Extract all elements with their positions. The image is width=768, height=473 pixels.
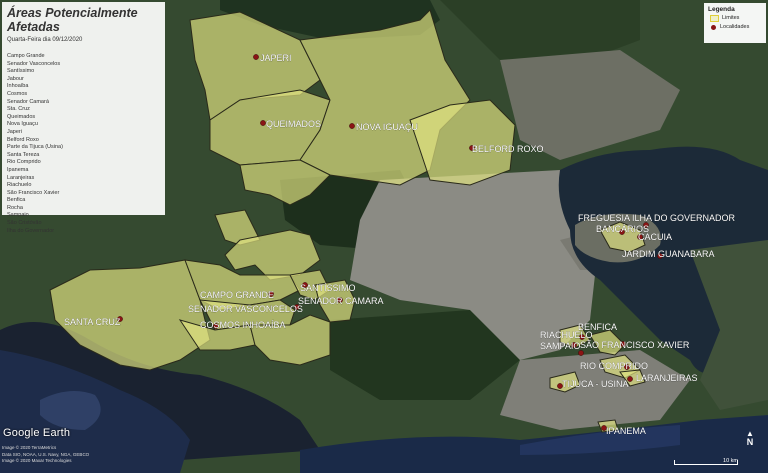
- locality-pin-icon[interactable]: [260, 120, 266, 126]
- info-panel: Áreas Potencialmente Afetadas Quarta-Fei…: [2, 2, 165, 234]
- locality-label[interactable]: BELFORD ROXO: [472, 144, 544, 154]
- credit-line: Image © 2020 TerraMetrics: [2, 445, 57, 450]
- area-list-item: Sampaio: [7, 212, 29, 219]
- legend-item-limits: Limites: [708, 14, 762, 23]
- area-list-item: Santa Tereza: [7, 151, 40, 158]
- area-list-item: Belford Roxo: [7, 136, 39, 143]
- area-list-item: Cosmos: [7, 90, 28, 97]
- scale-tick: [674, 460, 675, 465]
- legend-localities-label: Localidades: [720, 24, 750, 30]
- area-list-item: São Francisco Xavier: [7, 189, 60, 196]
- area-list-item: Senador Camará: [7, 98, 49, 105]
- credit-line: Image © 2020 Maxar Technologies: [2, 458, 72, 464]
- locality-label[interactable]: IPANEMA: [606, 426, 646, 436]
- area-list-item: Benfica: [7, 197, 26, 204]
- locality-label[interactable]: LARANJEIRAS: [636, 373, 698, 383]
- imagery-credits: Image © 2020 TerraMetrics Data SIO, NOAA…: [2, 445, 89, 465]
- area-list-item: Inhoaíba: [7, 83, 29, 90]
- north-arrow[interactable]: ▲ N: [743, 430, 757, 447]
- area-list-item: Ipanema: [7, 166, 29, 173]
- area-list-item: Jabour: [7, 75, 24, 82]
- area-list-item: Rocha: [7, 204, 23, 211]
- locality-label[interactable]: JARDIM GUANABARA: [622, 249, 715, 259]
- area-list-item: Nova Iguaçu: [7, 121, 38, 128]
- locality-pin-icon[interactable]: [349, 123, 355, 129]
- locality-label[interactable]: CAMPO GRANDE: [200, 290, 274, 300]
- area-list-item: Ilha do Governador: [7, 227, 55, 234]
- locality-label[interactable]: JAPERI: [260, 53, 292, 63]
- locality-label[interactable]: QUEIMADOS: [266, 119, 321, 129]
- area-list-item: Parte da Tijuca (Usina): [7, 144, 63, 151]
- locality-label[interactable]: NOVA IGUAÇU: [356, 122, 418, 132]
- map-view[interactable]: JAPERI QUEIMADOS NOVA IGUAÇU BELFORD ROXO SA…: [0, 0, 768, 473]
- affected-areas-list: Campo Grande Senador Vasconcelos Santíssim…: [7, 53, 160, 235]
- area-list-item: Campo Grande: [7, 53, 45, 59]
- locality-label[interactable]: SANTA CRUZ: [64, 317, 121, 327]
- scale-label: 10 km: [723, 458, 738, 464]
- locality-label[interactable]: SÃO FRANCISCO XAVIER: [580, 340, 690, 350]
- legend-item-localities: Localidades: [708, 23, 762, 32]
- locality-label[interactable]: SENADOR CAMARA: [298, 296, 384, 306]
- scale-bar: 10 km: [674, 458, 738, 466]
- locality-label[interactable]: COSMOS INHOAÍBA: [200, 320, 286, 330]
- area-list-item: São Cristóvão: [7, 220, 42, 227]
- panel-subtitle: Quarta-Feira dia 09/12/2020: [7, 37, 83, 43]
- area-list-item: Riachuelo: [7, 182, 32, 189]
- locality-label[interactable]: TIJUCA - USINA: [562, 379, 629, 389]
- locality-pin-icon[interactable]: [627, 376, 633, 382]
- locality-label[interactable]: SAMPAIO: [540, 341, 581, 351]
- locality-pin-icon[interactable]: [253, 54, 259, 60]
- area-list-item: Santíssimo: [7, 68, 35, 75]
- legend-title: Legenda: [708, 6, 735, 13]
- area-list-item: Japeri: [7, 128, 22, 135]
- locality-label[interactable]: FREGUESIA ILHA DO GOVERNADOR: [578, 213, 736, 223]
- area-list-item: Rio Comprido: [7, 159, 41, 166]
- locality-label[interactable]: RIO COMPRIDO: [580, 361, 648, 371]
- panel-title: Áreas Potencialmente Afetadas: [7, 6, 138, 34]
- legend: Legenda Limites Localidades: [704, 3, 766, 43]
- legend-limits-label: Limites: [722, 15, 740, 21]
- limits-swatch-icon: [710, 15, 719, 22]
- locality-label[interactable]: SANTÍSSIMO: [300, 283, 356, 293]
- area-list-item: Queimados: [7, 113, 36, 120]
- locality-label[interactable]: RIACHUELO: [540, 330, 593, 340]
- area-list-item: Senador Vasconcelos: [7, 60, 61, 67]
- area-list-item: Sta. Cruz: [7, 106, 30, 113]
- locality-pin-icon[interactable]: [578, 350, 584, 356]
- locality-dot-icon: [711, 25, 716, 30]
- scale-line: [674, 464, 738, 465]
- locality-label[interactable]: CACUIA: [638, 232, 672, 242]
- locality-label[interactable]: SENADOR VASCONCELOS: [188, 304, 303, 314]
- area-list-item: Laranjeiras: [7, 174, 35, 181]
- google-earth-logo: Google Earth: [3, 427, 71, 439]
- north-label: N: [746, 437, 754, 447]
